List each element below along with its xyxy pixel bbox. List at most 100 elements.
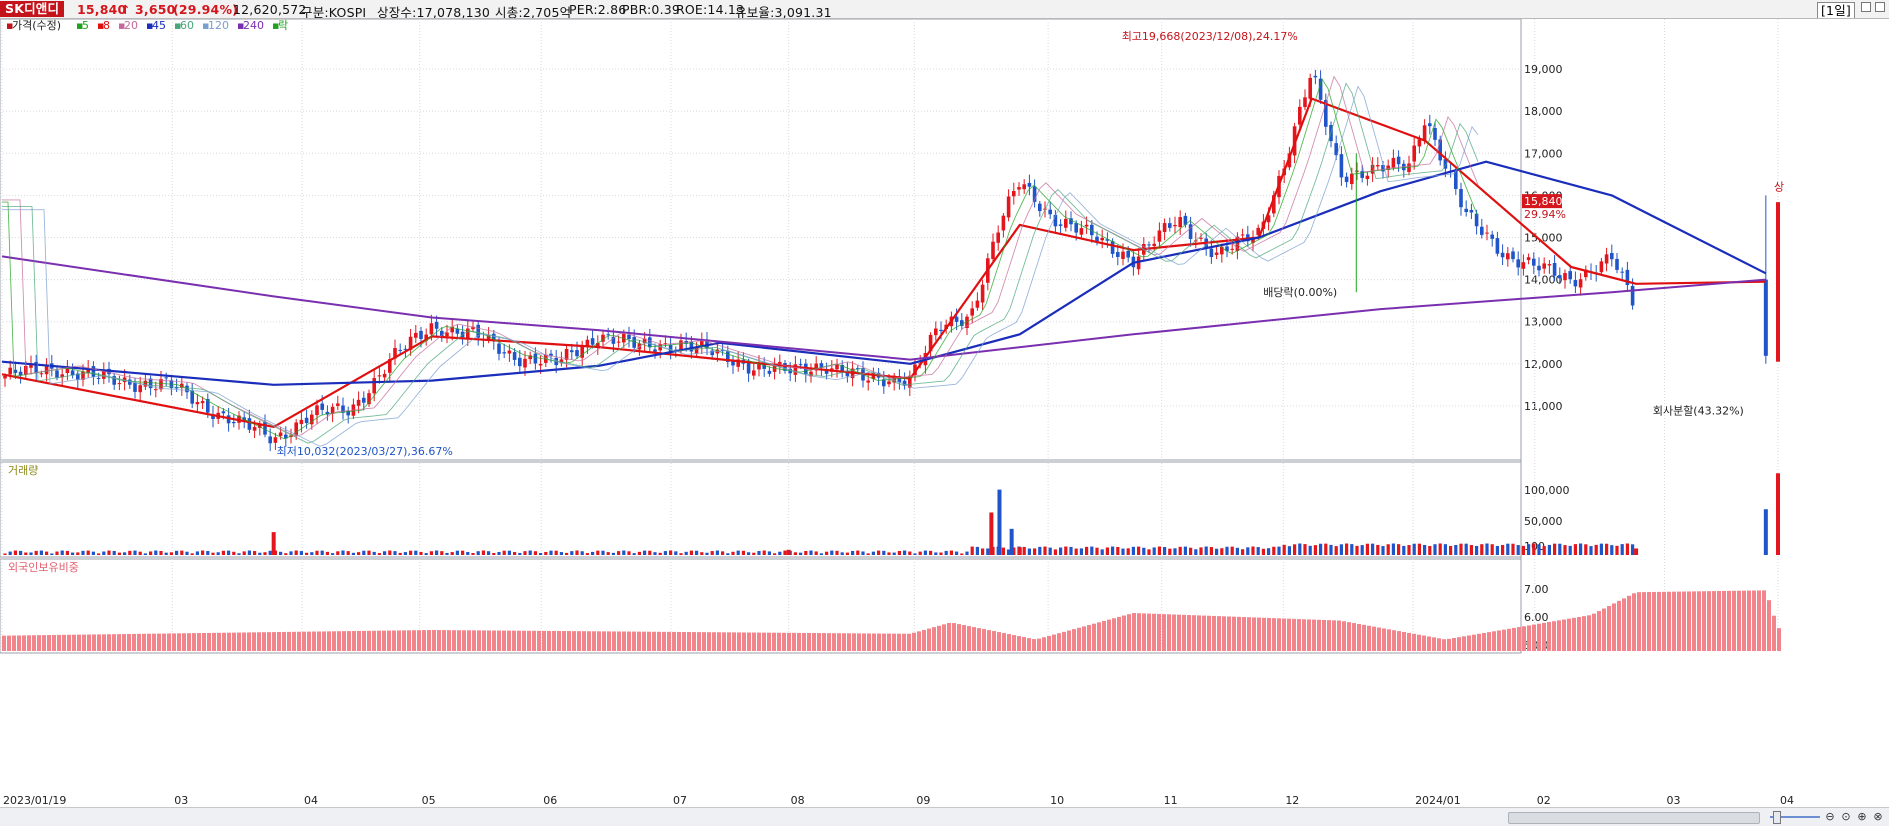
volume-bar bbox=[539, 553, 543, 555]
chart-scrollbar[interactable]: ⊖ ⊙ ⊕ ⊗ bbox=[0, 807, 1889, 826]
foreign-ownership-bar bbox=[1752, 590, 1756, 651]
foreign-ownership-bar bbox=[897, 633, 901, 651]
price-y-tick: 14,000 bbox=[1524, 274, 1563, 287]
foreign-ownership-bar bbox=[1522, 626, 1526, 651]
stock-name[interactable]: SK디앤디 bbox=[0, 1, 65, 17]
ma-legend-label-5: 5 bbox=[82, 19, 89, 32]
candle-body bbox=[1412, 145, 1416, 162]
volume-bar bbox=[731, 551, 735, 555]
volume-bar bbox=[1079, 548, 1083, 555]
volume-bar bbox=[741, 550, 745, 555]
foreign-ownership-bar bbox=[1157, 613, 1161, 651]
volume-bar bbox=[195, 551, 199, 555]
volume-bar bbox=[596, 550, 600, 555]
foreign-ownership-bar bbox=[1422, 635, 1426, 651]
zoom-in-icon[interactable]: ⊕ bbox=[1855, 810, 1869, 824]
candle-body bbox=[1006, 196, 1011, 218]
foreign-ownership-bar bbox=[482, 630, 486, 651]
volume-bar bbox=[835, 550, 839, 555]
foreign-ownership-bar bbox=[1247, 617, 1251, 651]
foreign-ownership-bar bbox=[1147, 613, 1151, 651]
foreign-ownership-bar bbox=[757, 632, 761, 651]
candle-body bbox=[1610, 252, 1614, 260]
x-tick-label: 04 bbox=[304, 794, 318, 807]
volume-bar bbox=[825, 551, 829, 555]
volume-bar bbox=[653, 552, 657, 555]
volume-bar bbox=[778, 551, 782, 555]
volume-bar bbox=[1542, 546, 1546, 555]
candle-body bbox=[502, 352, 506, 354]
volume-bar bbox=[8, 551, 12, 555]
volume-bar bbox=[247, 550, 251, 555]
market-type: 구분:KOSPI bbox=[301, 5, 367, 19]
volume-bar bbox=[232, 551, 236, 555]
volume-bar bbox=[284, 553, 288, 555]
volume-bar bbox=[185, 551, 189, 555]
foreign-ownership-bar bbox=[1737, 590, 1741, 651]
foreign-ownership-bar bbox=[1672, 591, 1676, 651]
x-tick-label: 09 bbox=[916, 794, 930, 807]
foreign-ownership-bar bbox=[637, 631, 641, 651]
candle-body bbox=[273, 437, 278, 443]
candle-body bbox=[1001, 215, 1006, 231]
foreign-ownership-bar bbox=[387, 630, 391, 651]
period-selector[interactable]: [1일] bbox=[1816, 2, 1855, 18]
foreign-ownership-bar bbox=[407, 630, 411, 651]
volume-bar bbox=[1412, 543, 1416, 555]
x-tick-label: 10 bbox=[1050, 794, 1064, 807]
volume-bar bbox=[409, 550, 413, 555]
per-value: PER:2.86 bbox=[569, 2, 627, 17]
foreign-ownership-bar bbox=[7, 635, 11, 651]
scroll-thumb[interactable] bbox=[1508, 812, 1760, 824]
foreign-ownership-bar bbox=[682, 631, 686, 651]
minimize-button[interactable] bbox=[1861, 2, 1871, 12]
candle-body bbox=[575, 350, 579, 357]
stock-chart[interactable]: 11,00012,00013,00014,00015,00016,00017,0… bbox=[0, 19, 1889, 807]
foreign-ownership-bar bbox=[1582, 616, 1586, 651]
candle-body bbox=[1344, 176, 1349, 183]
zoom-out-icon[interactable]: ⊖ bbox=[1823, 810, 1837, 824]
foreign-ownership-bar bbox=[1622, 598, 1626, 651]
foreign-ownership-bar bbox=[1327, 620, 1331, 651]
volume-bar bbox=[1376, 544, 1380, 555]
zoom-slider-knob[interactable] bbox=[1773, 811, 1781, 824]
volume-bar bbox=[1553, 543, 1557, 555]
volume-bar bbox=[1371, 543, 1375, 555]
foreign-ownership-bar bbox=[1237, 616, 1241, 651]
candle-body bbox=[1620, 271, 1624, 273]
zoom-fit-icon[interactable]: ⊙ bbox=[1839, 810, 1853, 824]
x-tick-label: 07 bbox=[673, 794, 687, 807]
volume-bar bbox=[669, 550, 673, 555]
foreign-ownership-bar bbox=[117, 634, 121, 651]
zoom-reset-icon[interactable]: ⊗ bbox=[1871, 810, 1885, 824]
foreign-ownership-bar bbox=[1397, 631, 1401, 651]
foreign-ownership-bar bbox=[567, 631, 571, 651]
volume-bar bbox=[840, 552, 844, 555]
volume-bar bbox=[981, 548, 985, 555]
candle-body bbox=[1376, 165, 1380, 167]
x-tick-label: 2024/01 bbox=[1415, 794, 1461, 807]
foreign-ownership-bar bbox=[237, 632, 241, 651]
foreign-ownership-bar bbox=[597, 631, 601, 651]
candle-body bbox=[1578, 279, 1583, 288]
foreign-ownership-bar bbox=[452, 630, 456, 651]
foreign-ownership-bar bbox=[807, 632, 811, 651]
volume-bar bbox=[757, 551, 761, 555]
volume-bar bbox=[346, 551, 350, 555]
foreign-ownership-bar bbox=[557, 631, 561, 651]
foreign-ownership-bar bbox=[1727, 590, 1731, 651]
foreign-ownership-bar bbox=[1347, 622, 1351, 651]
foreign-ownership-bar bbox=[1282, 618, 1286, 651]
volume-bar bbox=[138, 551, 142, 555]
foreign-ownership-bar bbox=[902, 633, 906, 651]
volume-bar bbox=[554, 550, 558, 555]
maximize-button[interactable] bbox=[1875, 2, 1885, 12]
foreign-ownership-bar bbox=[1372, 626, 1376, 651]
foreign-ownership-bar bbox=[287, 631, 291, 651]
volume-bar bbox=[507, 550, 511, 555]
volume-bar bbox=[1157, 546, 1161, 555]
volume-bar bbox=[1521, 545, 1525, 555]
volume-bar bbox=[403, 552, 407, 555]
candle-body bbox=[523, 358, 527, 368]
foreign-ownership-bar bbox=[367, 630, 371, 651]
